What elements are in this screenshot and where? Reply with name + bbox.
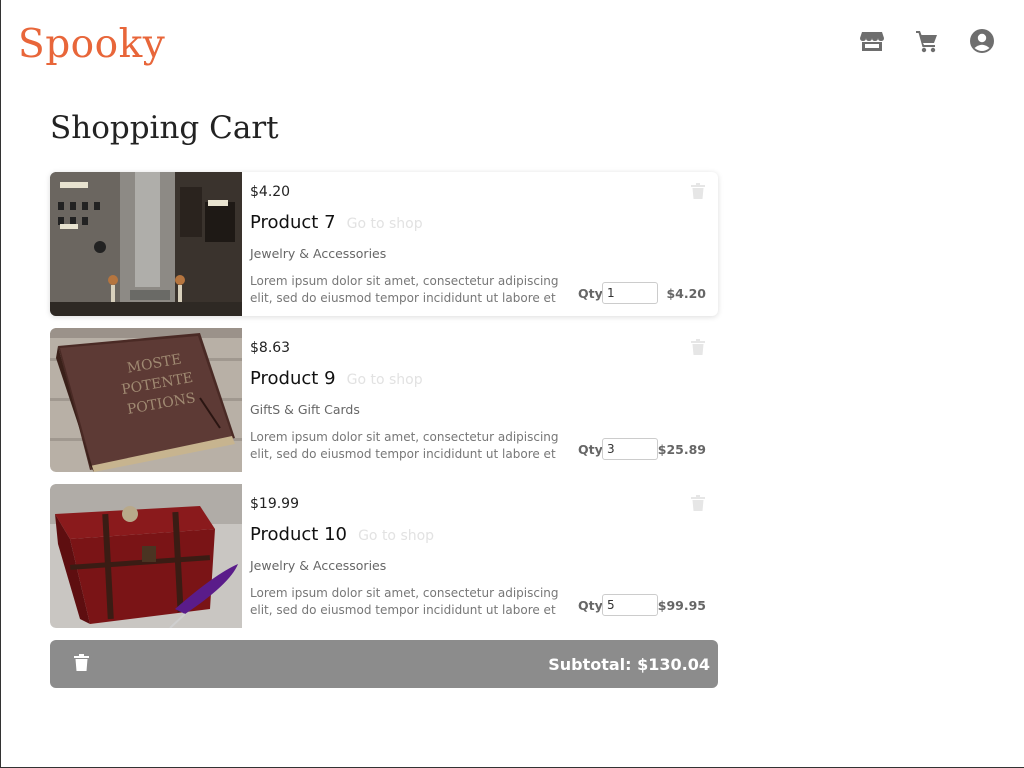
product-name[interactable]: Product 7: [250, 212, 336, 233]
quantity-input[interactable]: [602, 438, 658, 460]
product-description: Lorem ipsum dolor sit amet, consectetur …: [250, 274, 559, 305]
go-to-shop-link[interactable]: Go to shop: [347, 216, 423, 232]
trash-icon[interactable]: [691, 183, 705, 199]
account-icon[interactable]: [969, 28, 995, 54]
store-icon[interactable]: [859, 28, 885, 54]
site-header: Spooky: [1, 0, 1024, 90]
trash-icon[interactable]: [691, 339, 705, 355]
product-description: Lorem ipsum dolor sit amet, consectetur …: [250, 430, 559, 461]
product-name-row: Product 9 Go to shop: [250, 368, 423, 389]
product-category: Jewelry & Accessories: [250, 246, 387, 261]
qty-label: Qty: [578, 442, 603, 457]
cart-item: MOSTE POTENTE POTIONS $8.63 Product 9 Go…: [50, 328, 718, 472]
cart-item: $4.20 Product 7 Go to shop Jewelry & Acc…: [50, 172, 718, 316]
product-category: GiftS & Gift Cards: [250, 402, 360, 417]
potion-book-image[interactable]: MOSTE POTENTE POTIONS: [50, 328, 242, 472]
qty-label: Qty: [578, 286, 603, 301]
go-to-shop-link[interactable]: Go to shop: [347, 372, 423, 388]
cart-list: $4.20 Product 7 Go to shop Jewelry & Acc…: [50, 172, 718, 640]
qty-label: Qty: [578, 598, 603, 613]
product-name-row: Product 10 Go to shop: [250, 524, 434, 545]
product-name[interactable]: Product 10: [250, 524, 347, 545]
subtotal-text: Subtotal: $130.04: [548, 655, 710, 674]
site-logo[interactable]: Spooky: [18, 22, 165, 67]
quantity-input[interactable]: [602, 594, 658, 616]
quantity-input[interactable]: [602, 282, 658, 304]
machine-image[interactable]: [50, 172, 242, 316]
treasure-chest-image[interactable]: [50, 484, 242, 628]
unit-price: $4.20: [250, 184, 291, 200]
clear-cart-trash-icon[interactable]: [74, 654, 89, 671]
cart-icon[interactable]: [914, 28, 940, 54]
cart-item: $19.99 Product 10 Go to shop Jewelry & A…: [50, 484, 718, 628]
unit-price: $19.99: [250, 496, 299, 512]
unit-price: $8.63: [250, 340, 291, 356]
line-total: $4.20: [666, 286, 706, 301]
line-total: $99.95: [657, 598, 706, 613]
product-category: Jewelry & Accessories: [250, 558, 387, 573]
line-total: $25.89: [657, 442, 706, 457]
product-description: Lorem ipsum dolor sit amet, consectetur …: [250, 586, 559, 617]
subtotal-bar: Subtotal: $130.04: [50, 640, 718, 688]
page-title: Shopping Cart: [50, 110, 279, 146]
go-to-shop-link[interactable]: Go to shop: [358, 528, 434, 544]
product-name[interactable]: Product 9: [250, 368, 336, 389]
product-name-row: Product 7 Go to shop: [250, 212, 423, 233]
trash-icon[interactable]: [691, 495, 705, 511]
